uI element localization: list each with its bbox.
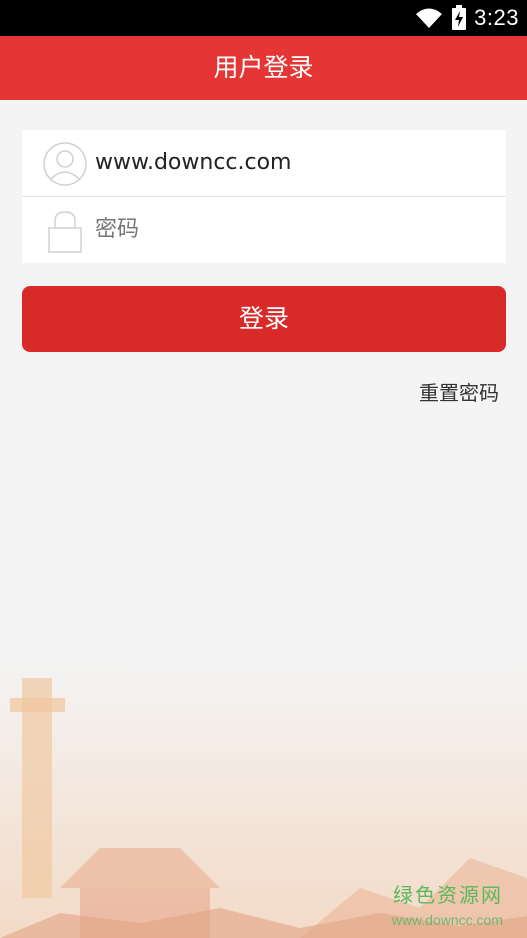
battery-charging-icon — [451, 5, 467, 35]
lock-icon — [42, 208, 88, 254]
watermark-url: www.downcc.com — [391, 912, 503, 928]
login-button[interactable]: 登录 — [22, 286, 506, 352]
reset-password-link[interactable]: 重置密码 — [419, 378, 499, 408]
page-title: 用户登录 — [213, 53, 314, 82]
login-form: www.downcc.com 密码 — [22, 130, 506, 263]
app-bar: 用户登录 — [0, 36, 527, 100]
status-bar: 3:23 — [0, 0, 527, 36]
username-input[interactable]: www.downcc.com — [95, 130, 292, 196]
username-row: www.downcc.com — [22, 130, 506, 197]
watermark-title: 绿色资源网 — [393, 883, 503, 907]
status-time: 3:23 — [474, 5, 519, 30]
password-input[interactable]: 密码 — [95, 197, 139, 263]
user-avatar-icon — [42, 141, 88, 187]
password-row: 密码 — [22, 197, 506, 263]
wifi-icon — [415, 6, 443, 34]
